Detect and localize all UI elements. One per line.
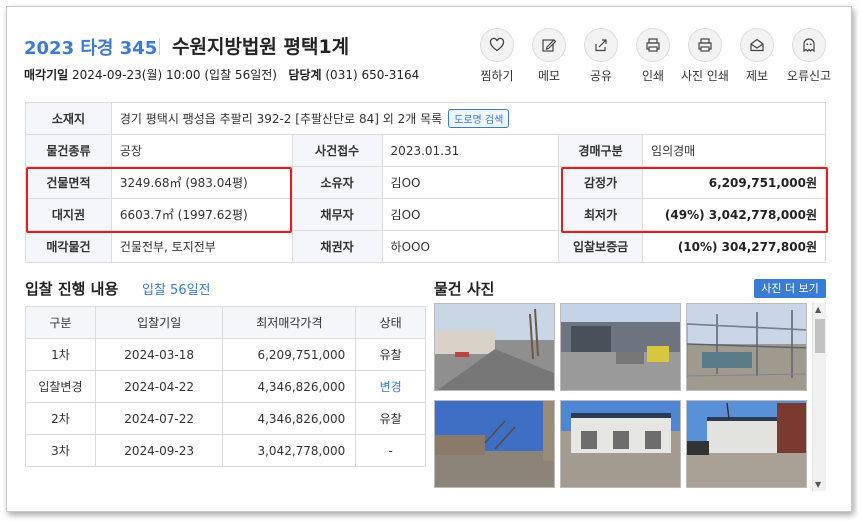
owner-value: 김OO [381, 166, 560, 199]
status-cell: - [355, 434, 426, 467]
sale-item-value: 건물전부, 토지전부 [110, 230, 293, 263]
sale-date-label: 매각기일 [24, 68, 69, 82]
creditor-label: 채권자 [291, 230, 383, 263]
table-row: 3차 2024-09-23 3,042,778,000 - [25, 434, 426, 467]
dept-phone: (031) 650-3164 [325, 68, 420, 82]
property-photo[interactable] [434, 400, 555, 488]
auction-kind-label: 경매구분 [558, 134, 644, 167]
area-highlight-box [26, 167, 292, 233]
table-row: 2차 2024-07-22 4,346,826,000 유찰 [25, 402, 426, 435]
type-label: 물건종류 [25, 134, 112, 167]
price-cell: 4,346,826,000 [222, 370, 357, 403]
bidding-title: 입찰 진행 내용 [25, 280, 119, 298]
property-photo[interactable] [686, 303, 807, 391]
divider [159, 38, 160, 55]
bidding-header-price: 최저매각가격 [222, 306, 357, 339]
photo-print-label: 사진 인쇄 [681, 69, 729, 83]
pencil-icon [542, 39, 557, 52]
more-photos-button[interactable]: 사진 더 보기 [754, 279, 826, 298]
sale-date-value: 2024-09-23(월) 10:00 (입찰 56일전) [72, 68, 277, 82]
share-label: 공유 [589, 69, 613, 83]
type-value: 공장 [110, 134, 293, 167]
favorite-label: 찜하기 [480, 69, 514, 83]
table-row: 1차 2024-03-18 6,209,751,000 유찰 [25, 338, 426, 371]
bidding-header-date: 입찰기일 [94, 306, 224, 339]
status-cell: 유찰 [355, 402, 426, 435]
photo-scrollbar[interactable]: ▲ ▼ [812, 303, 826, 491]
memo-button[interactable]: 메모 [519, 28, 579, 84]
property-photo[interactable] [434, 303, 555, 391]
deposit-value: (10%) 304,277,800원 [642, 230, 826, 263]
status-link[interactable]: 변경 [355, 370, 426, 403]
round-cell: 3차 [25, 434, 96, 467]
address-label: 소재지 [25, 102, 112, 135]
price-cell: 3,042,778,000 [222, 434, 357, 467]
auction-kind-value: 임의경매 [642, 134, 826, 167]
bidding-subtitle: 입찰 56일전 [142, 283, 211, 298]
date-cell: 2024-04-22 [94, 370, 224, 403]
price-highlight-box [561, 167, 828, 233]
sale-item-label: 매각물건 [25, 230, 112, 263]
received-value: 2023.01.31 [381, 134, 560, 167]
error-report-label: 오류신고 [786, 69, 832, 83]
creditor-value: 하OOO [381, 230, 560, 263]
debtor-label: 채무자 [291, 198, 383, 231]
round-cell: 입찰변경 [25, 370, 96, 403]
bidding-table: 구분 입찰기일 최저매각가격 상태 1차 2024-03-18 6,209,75… [25, 306, 426, 467]
road-search-button[interactable]: 도로명 검색 [448, 109, 510, 128]
ghost-icon [803, 38, 815, 53]
address-value: 경기 평택시 팽성읍 추팔리 392-2 [추팔산단로 84] 외 2개 목록 [119, 112, 443, 126]
deposit-label: 입찰보증금 [558, 230, 644, 263]
printer-icon [698, 38, 712, 52]
memo-label: 메모 [537, 69, 561, 83]
address-cell: 경기 평택시 팽성읍 추팔리 392-2 [추팔산단로 84] 외 2개 목록 도… [110, 102, 827, 135]
case-number: 2023 타경 345 [24, 38, 158, 59]
mail-icon [750, 38, 764, 52]
status-cell: 유찰 [355, 338, 426, 371]
report-button[interactable]: 제보 [727, 28, 787, 84]
print-button[interactable]: 인쇄 [623, 28, 683, 84]
photos-title: 물건 사진 [434, 280, 495, 298]
round-cell: 2차 [25, 402, 96, 435]
price-cell: 6,209,751,000 [222, 338, 357, 371]
date-cell: 2024-03-18 [94, 338, 224, 371]
report-label: 제보 [745, 69, 769, 83]
received-label: 사건접수 [291, 134, 383, 167]
bidding-header-round: 구분 [25, 306, 96, 339]
round-cell: 1차 [25, 338, 96, 371]
share-button[interactable]: 공유 [571, 28, 631, 84]
action-toolbar: 찜하기 메모 공유 인쇄 사진 인쇄 제보 오류신고 [474, 28, 842, 86]
debtor-value: 김OO [381, 198, 560, 231]
table-row: 입찰변경 2024-04-22 4,346,826,000 변경 [25, 370, 426, 403]
error-report-button[interactable]: 오류신고 [779, 28, 839, 84]
price-cell: 4,346,826,000 [222, 402, 357, 435]
share-icon [595, 39, 607, 52]
bidding-header-row: 구분 입찰기일 최저매각가격 상태 [25, 306, 426, 339]
court-name: 수원지방법원 평택1계 [172, 36, 350, 58]
heart-icon [489, 37, 505, 52]
owner-label: 소유자 [291, 166, 383, 199]
date-cell: 2024-09-23 [94, 434, 224, 467]
photo-gallery [434, 303, 814, 491]
scroll-up-icon[interactable]: ▲ [815, 305, 821, 314]
photo-print-button[interactable]: 사진 인쇄 [675, 28, 735, 84]
bidding-header-status: 상태 [355, 306, 426, 339]
property-photo[interactable] [686, 400, 807, 488]
print-label: 인쇄 [641, 69, 665, 83]
scrollbar-thumb[interactable] [815, 319, 825, 353]
property-photo[interactable] [560, 400, 681, 488]
printer-icon [646, 38, 660, 52]
dept-label: 담당계 [288, 68, 322, 82]
property-photo[interactable] [560, 303, 681, 391]
scroll-down-icon[interactable]: ▼ [815, 480, 821, 489]
date-cell: 2024-07-22 [94, 402, 224, 435]
favorite-button[interactable]: 찜하기 [467, 28, 527, 84]
sale-date-line: 매각기일 2024-09-23(월) 10:00 (입찰 56일전) 담당계 (… [24, 66, 419, 83]
